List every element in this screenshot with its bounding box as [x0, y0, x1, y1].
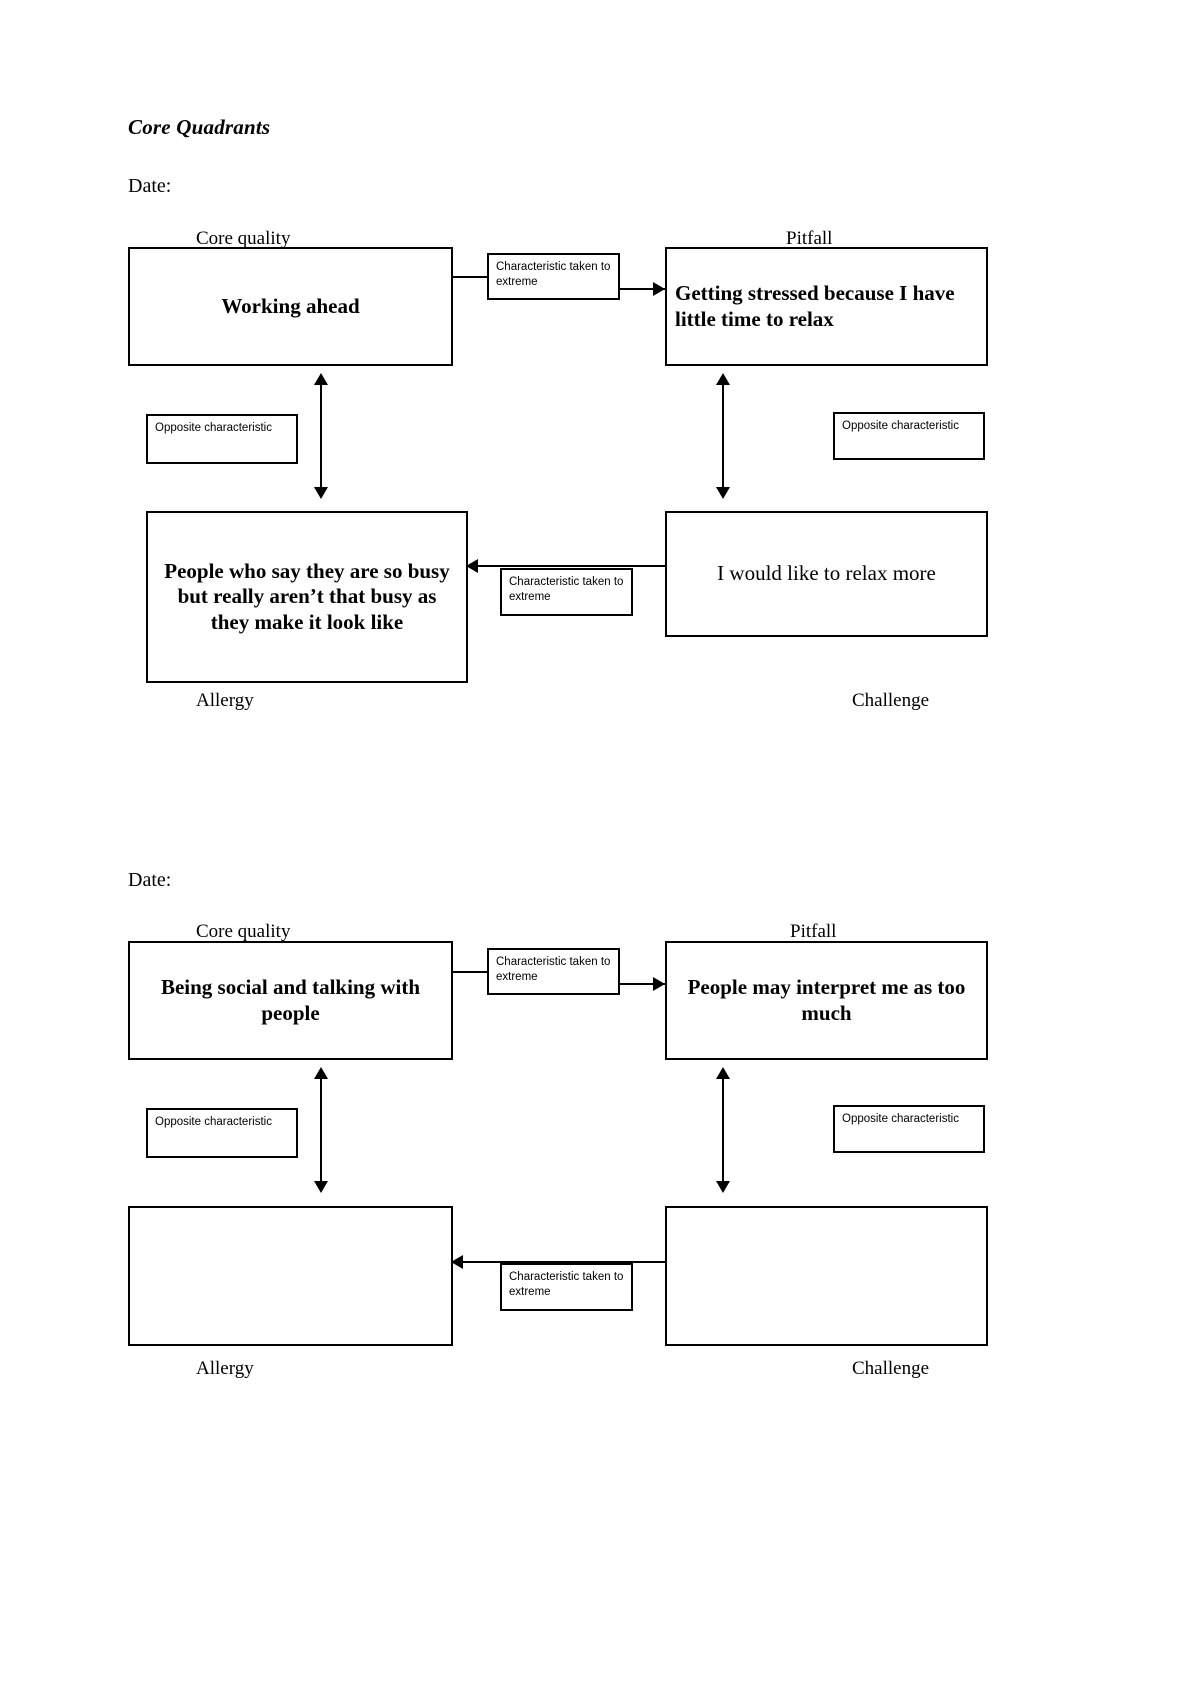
page-title: Core Quadrants: [128, 115, 271, 139]
arrow-down-right-1: [716, 487, 730, 499]
allergy-box-2[interactable]: [128, 1206, 453, 1346]
label-pitfall-2: Pitfall: [790, 921, 837, 942]
arrow-left-bottom-1: [466, 559, 478, 573]
allergy-box-1[interactable]: People who say they are so busy but real…: [146, 511, 468, 683]
opposite-characteristic-note-left-2: Opposite characteristic: [146, 1108, 298, 1158]
opposite-characteristic-note-left-1: Opposite characteristic: [146, 414, 298, 464]
arrow-up-left-1: [314, 373, 328, 385]
pitfall-text-1: Getting stressed because I have little t…: [675, 280, 955, 331]
characteristic-extreme-note-bottom-2: Characteristic taken to extreme: [500, 1263, 633, 1311]
challenge-text-1: I would like to relax more: [717, 561, 936, 586]
core-quality-box-2[interactable]: Being social and talking with people: [128, 941, 453, 1060]
pitfall-box-2[interactable]: People may interpret me as too much: [665, 941, 988, 1060]
connector-line-left-vert-2: [320, 1077, 322, 1187]
opposite-characteristic-note-right-1: Opposite characteristic: [833, 412, 985, 460]
opposite-characteristic-note-right-2: Opposite characteristic: [833, 1105, 985, 1153]
arrow-down-left-2: [314, 1181, 328, 1193]
arrow-up-left-2: [314, 1067, 328, 1079]
label-challenge-1: Challenge: [852, 690, 930, 711]
arrow-down-right-2: [716, 1181, 730, 1193]
arrow-right-top-2: [653, 977, 665, 991]
core-quality-text-2: Being social and talking with people: [160, 974, 421, 1025]
arrow-left-bottom-2: [451, 1255, 463, 1269]
core-quality-box-1[interactable]: Working ahead: [128, 247, 453, 366]
allergy-text-1: People who say they are so busy but real…: [164, 558, 450, 634]
arrow-up-right-1: [716, 373, 730, 385]
connector-line-left-vert-1: [320, 383, 322, 493]
characteristic-extreme-note-bottom-1: Characteristic taken to extreme: [500, 568, 633, 616]
arrow-right-top-1: [653, 282, 665, 296]
challenge-box-2[interactable]: [665, 1206, 988, 1346]
characteristic-extreme-note-top-2: Characteristic taken to extreme: [487, 948, 620, 995]
arrow-up-right-2: [716, 1067, 730, 1079]
connector-line-right-vert-2: [722, 1077, 724, 1187]
label-allergy-2: Allergy: [196, 1358, 254, 1379]
document-page: Core Quadrants Date: Core quality Pitfal…: [0, 0, 1200, 1698]
arrow-down-left-1: [314, 487, 328, 499]
label-allergy-1: Allergy: [196, 690, 254, 711]
pitfall-text-2: People may interpret me as too much: [687, 974, 966, 1025]
connector-line-right-vert-1: [722, 383, 724, 493]
label-challenge-2: Challenge: [852, 1358, 930, 1379]
label-core-quality-2: Core quality: [196, 921, 291, 942]
core-quality-text-1: Working ahead: [221, 293, 360, 318]
connector-line-bottom-1b: [478, 565, 638, 567]
pitfall-box-1[interactable]: Getting stressed because I have little t…: [665, 247, 988, 366]
date-label-1: Date:: [128, 175, 172, 197]
characteristic-extreme-note-top-1: Characteristic taken to extreme: [487, 253, 620, 300]
date-label-2: Date:: [128, 869, 172, 891]
challenge-box-1[interactable]: I would like to relax more: [665, 511, 988, 637]
